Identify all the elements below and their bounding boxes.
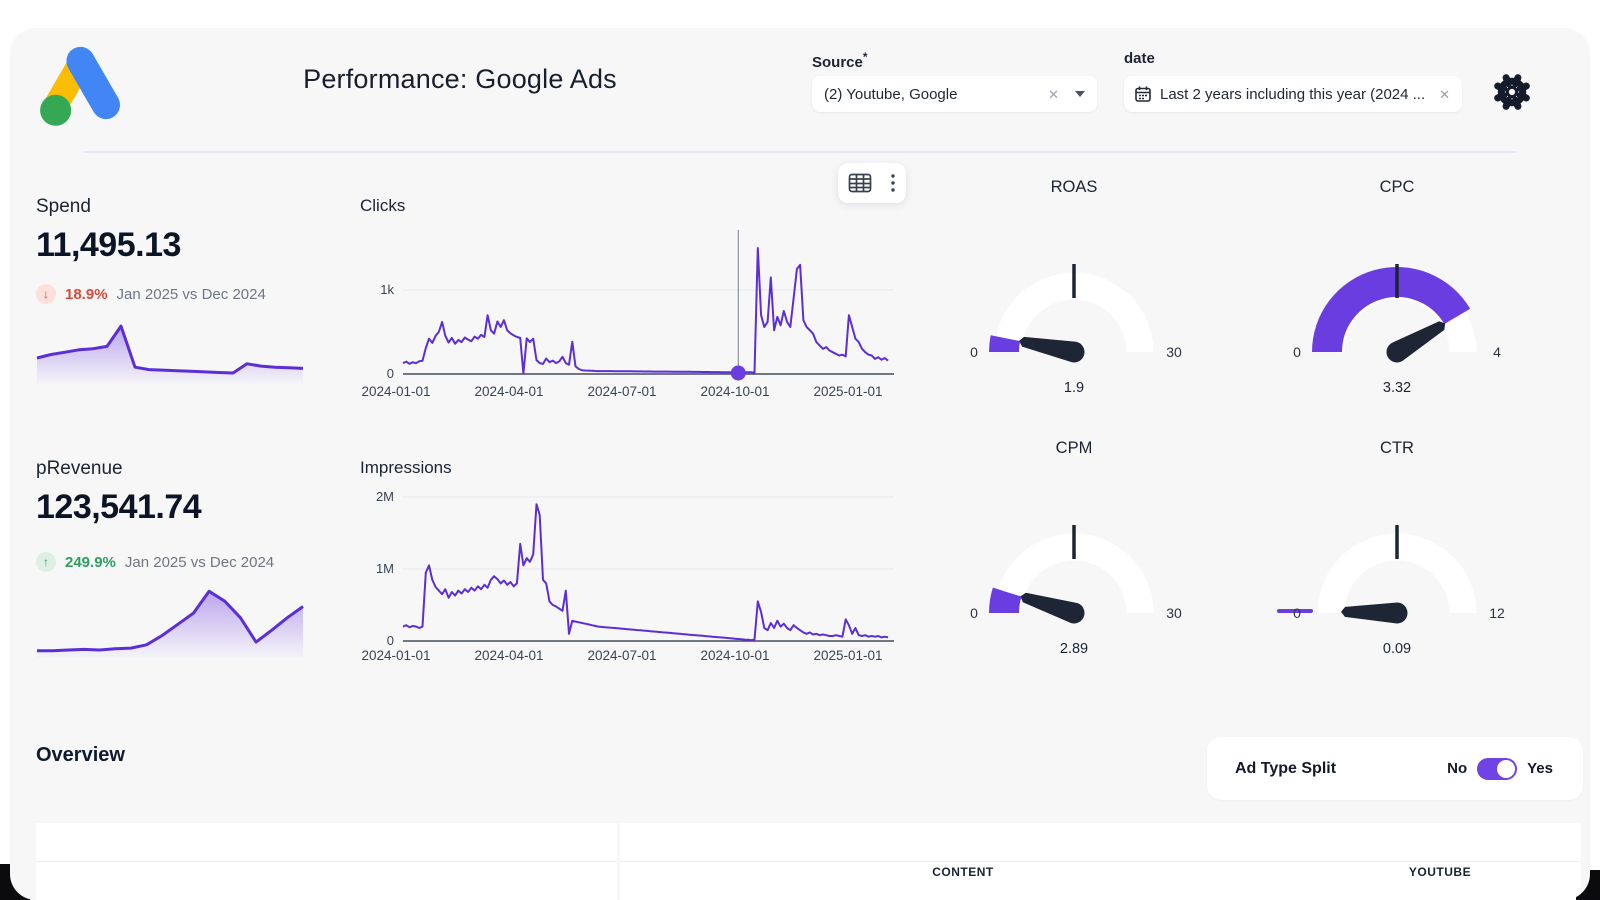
- clicks-chart-title: Clicks: [360, 196, 405, 216]
- kpi-prevenue-compare: Jan 2025 vs Dec 2024: [125, 554, 274, 571]
- gauge-ctr-max: 12: [1477, 605, 1517, 621]
- gear-icon[interactable]: [1492, 72, 1532, 112]
- table-icon[interactable]: [848, 172, 872, 194]
- date-filter-label: date: [1124, 50, 1155, 67]
- ad-type-split-toggle[interactable]: [1477, 758, 1517, 780]
- ad-type-split-card: Ad Type Split No Yes: [1207, 737, 1583, 800]
- gauge-roas-title: ROAS: [954, 178, 1194, 197]
- kpi-prevenue-value: 123,541.74: [36, 488, 201, 527]
- x-axis-tick: 2024-07-01: [587, 384, 656, 399]
- gauge-roas-min: 0: [954, 344, 994, 360]
- gauge-ctr: CTR 0 12 0.09: [1277, 439, 1517, 669]
- table-row-divider: [620, 861, 1581, 862]
- overview-title: Overview: [36, 744, 125, 767]
- overview-table-left: [36, 823, 617, 900]
- prevenue-sparkline: [36, 580, 304, 658]
- gauge-cpc-value: 3.32: [1277, 380, 1517, 396]
- kpi-prevenue-delta: ↑ 249.9% Jan 2025 vs Dec 2024: [36, 552, 274, 572]
- gauge-cpc-needle: [1383, 314, 1451, 364]
- date-select-value: Last 2 years including this year (2024 .…: [1160, 86, 1439, 103]
- kpi-spend: Spend 11,495.13 ↓ 18.9% Jan 2025 vs Dec …: [36, 196, 316, 396]
- gauge-roas-max: 30: [1154, 344, 1194, 360]
- x-axis-tick: 2024-10-01: [700, 384, 769, 399]
- y-axis-tick: 2M: [350, 489, 394, 504]
- gauge-ctr-title: CTR: [1277, 439, 1517, 458]
- kebab-menu-icon[interactable]: [890, 172, 896, 194]
- calendar-icon: [1134, 85, 1152, 103]
- source-clear-icon[interactable]: ✕: [1048, 88, 1059, 101]
- toggle-no-label[interactable]: No: [1447, 760, 1467, 777]
- y-axis-tick: 1k: [350, 282, 394, 297]
- gauge-cpm-title: CPM: [954, 439, 1194, 458]
- gauge-cpc: CPC 0 4 3.32: [1277, 178, 1517, 408]
- gauge-cpc-max: 4: [1477, 344, 1517, 360]
- x-axis-tick: 2024-01-01: [361, 384, 430, 399]
- gauge-cpm-min: 0: [954, 605, 994, 621]
- kpi-spend-value: 11,495.13: [36, 226, 181, 265]
- toggle-yes-label[interactable]: Yes: [1527, 760, 1553, 777]
- kpi-spend-label: Spend: [36, 196, 316, 218]
- source-filter-label: Source*: [812, 50, 868, 71]
- x-axis-tick: 2025-01-01: [813, 648, 882, 663]
- page-title: Performance: Google Ads: [240, 64, 680, 95]
- kpi-spend-compare: Jan 2025 vs Dec 2024: [117, 286, 266, 303]
- gauge-cpm: CPM 0 30 2.89: [954, 439, 1194, 669]
- kpi-spend-delta: ↓ 18.9% Jan 2025 vs Dec 2024: [36, 284, 266, 304]
- date-select[interactable]: Last 2 years including this year (2024 .…: [1124, 76, 1462, 112]
- required-asterisk: *: [863, 50, 868, 64]
- kpi-prevenue-delta-pct: 249.9%: [65, 554, 116, 571]
- toggle-knob: [1497, 760, 1515, 778]
- dashboard-panel: Performance: Google Ads Source* (2) Yout…: [10, 28, 1590, 900]
- column-header-youtube: YOUTUBE: [1409, 865, 1471, 879]
- clicks-plot[interactable]: [397, 222, 894, 384]
- gauge-ctr-min: 0: [1277, 605, 1317, 621]
- table-row-divider: [36, 861, 617, 862]
- y-axis-tick: 1M: [350, 561, 394, 576]
- x-axis-tick: 2024-01-01: [361, 648, 430, 663]
- kpi-prevenue: pRevenue 123,541.74 ↑ 249.9% Jan 2025 vs…: [36, 458, 316, 668]
- gauge-roas-needle: [1017, 331, 1086, 364]
- gauge-roas-value: 1.9: [954, 380, 1194, 396]
- source-select[interactable]: (2) Youtube, Google ✕: [812, 76, 1097, 112]
- header-divider: [84, 151, 1516, 153]
- gauge-cpm-max: 30: [1154, 605, 1194, 621]
- gauge-cpc-min: 0: [1277, 344, 1317, 360]
- date-clear-icon[interactable]: ✕: [1439, 88, 1450, 101]
- overview-table-right: CONTENT YOUTUBE: [620, 823, 1581, 900]
- impressions-chart: Impressions 2M 1M 02024-01-01 2024-04-01 202…: [350, 456, 894, 670]
- gauge-cpm-needle: [1017, 586, 1087, 625]
- spend-sparkline: [36, 314, 304, 384]
- y-axis-tick: 0: [350, 633, 394, 648]
- kpi-prevenue-label: pRevenue: [36, 458, 316, 480]
- gauge-cpc-title: CPC: [1277, 178, 1517, 197]
- gauge-roas: ROAS 0 30 1.9: [954, 178, 1194, 408]
- ad-type-split-label: Ad Type Split: [1235, 760, 1336, 778]
- google-ads-logo: [34, 36, 128, 130]
- column-header-content: CONTENT: [932, 865, 994, 879]
- kpi-spend-delta-pct: 18.9%: [65, 286, 108, 303]
- gauge-ctr-value: 0.09: [1277, 641, 1517, 657]
- gauge-ctr-needle: [1341, 601, 1408, 624]
- x-axis-tick: 2024-10-01: [700, 648, 769, 663]
- source-select-value: (2) Youtube, Google: [824, 86, 1048, 103]
- impressions-plot[interactable]: [397, 490, 894, 648]
- arrow-down-icon: ↓: [36, 284, 56, 304]
- y-axis-tick: 0: [350, 366, 394, 381]
- source-caret-icon[interactable]: [1075, 91, 1085, 97]
- gauge-cpm-value: 2.89: [954, 641, 1194, 657]
- x-axis-tick: 2024-04-01: [474, 384, 543, 399]
- impressions-chart-title: Impressions: [360, 458, 452, 478]
- x-axis-tick: 2025-01-01: [813, 384, 882, 399]
- arrow-up-icon: ↑: [36, 552, 56, 572]
- x-axis-tick: 2024-07-01: [587, 648, 656, 663]
- clicks-chart: Clicks 1k 0 2024-01-01 2024-04-01 2024-07-01…: [350, 194, 894, 408]
- x-axis-tick: 2024-04-01: [474, 648, 543, 663]
